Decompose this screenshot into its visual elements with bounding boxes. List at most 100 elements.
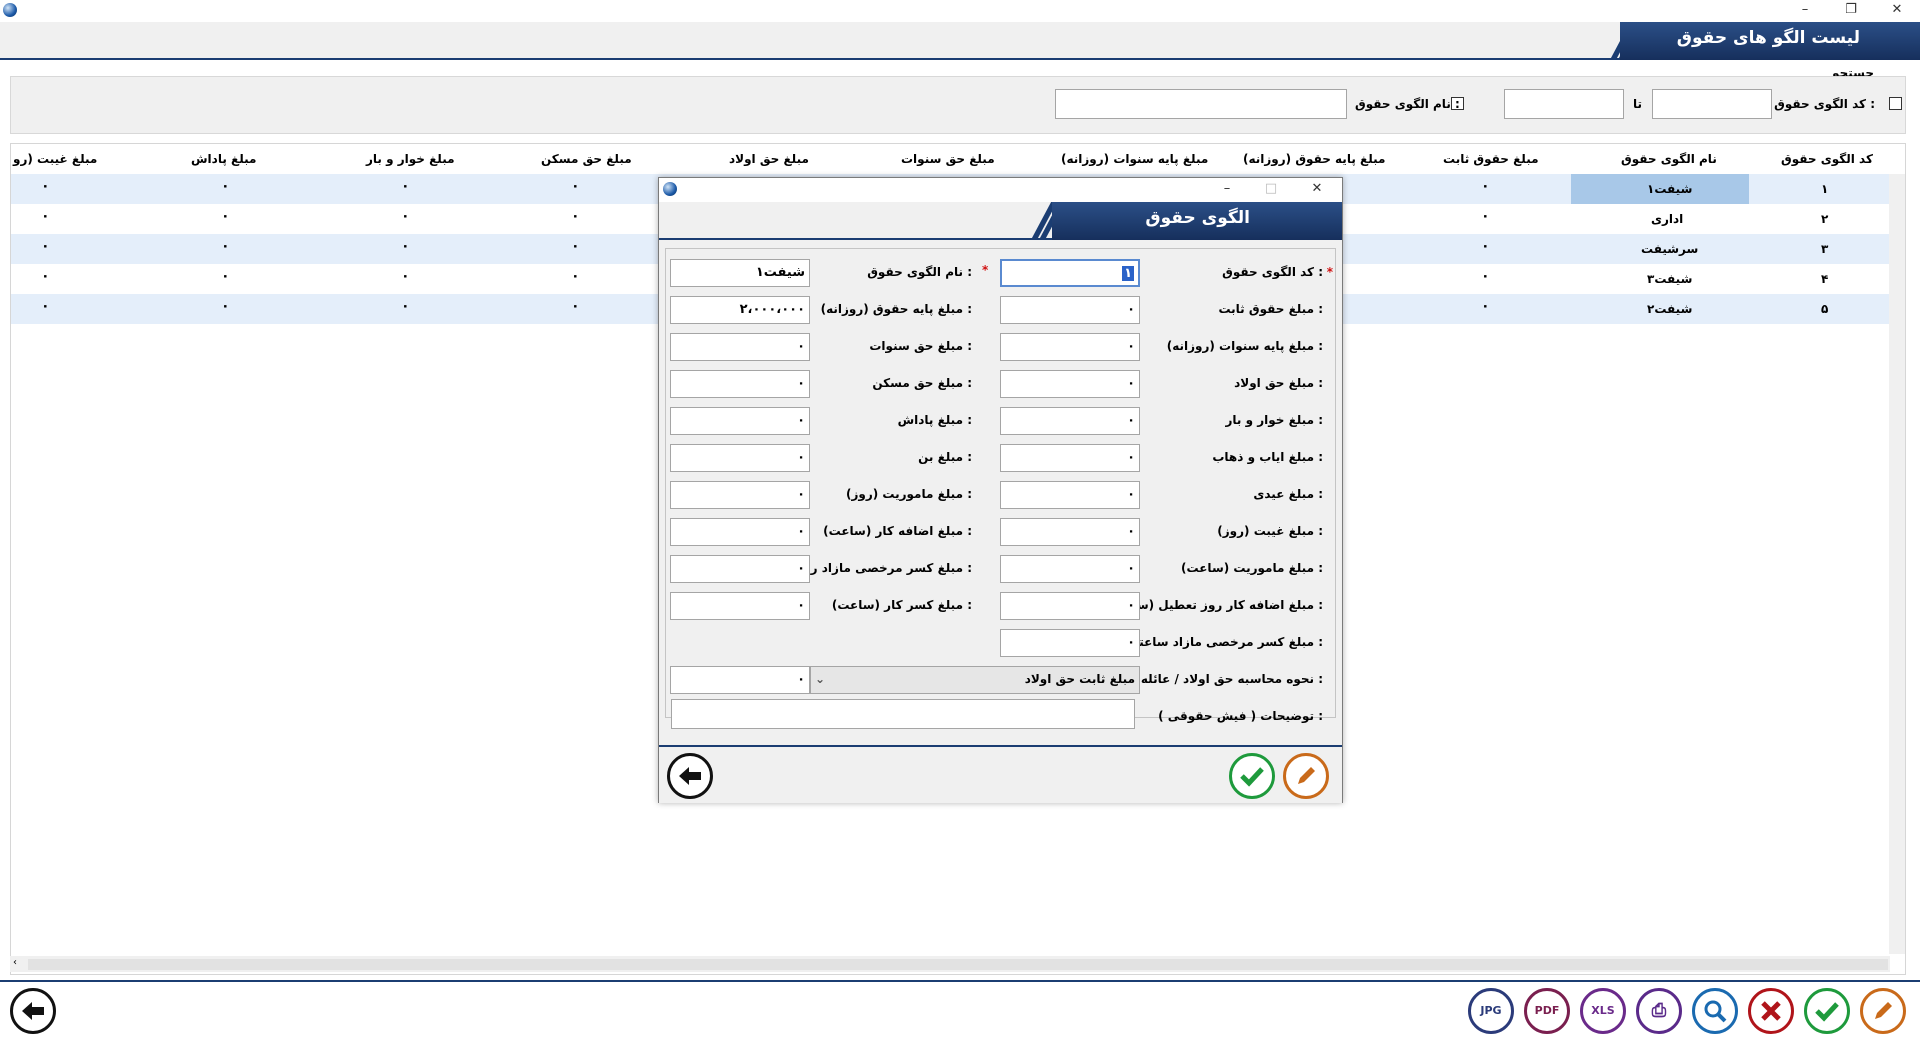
column-header[interactable]: مبلغ حق مسکن (541, 152, 632, 166)
minimize-button[interactable]: – (1782, 0, 1828, 22)
dialog-close-button[interactable]: ✕ (1295, 179, 1339, 201)
code-from-label: کد الگوی حقوق از : (1758, 97, 1875, 111)
child-calc-amount-input[interactable]: ۰ (670, 666, 810, 694)
scroll-left-icon[interactable]: ‹ (13, 957, 17, 968)
voucher-input[interactable]: ۰ (670, 444, 810, 472)
voucher-label: مبلغ بن : (918, 450, 972, 464)
seniority-base-input[interactable]: ۰ (1000, 333, 1140, 361)
row-code: ۴ (1821, 272, 1829, 286)
code-input[interactable]: ۱ (1000, 259, 1140, 287)
mission-hour-label: مبلغ ماموریت (ساعت) : (1181, 561, 1323, 575)
child-allowance-input[interactable]: ۰ (1000, 370, 1140, 398)
holiday-overtime-input[interactable]: ۰ (1000, 592, 1140, 620)
pattern-name-input[interactable]: شیفت۱ (670, 259, 810, 287)
dialog-back-button[interactable] (667, 753, 713, 799)
row-value: ۰ (221, 208, 230, 224)
column-header[interactable]: مبلغ خوار و بار (366, 152, 455, 166)
row-value: ۰ (401, 178, 410, 194)
bonus-eid-label: مبلغ عیدی : (1253, 487, 1323, 501)
child-calc-select[interactable]: مبلغ ثابت حق اولاد ⌄ (810, 666, 1140, 694)
vertical-scrollbar[interactable] (1889, 174, 1905, 954)
mission-day-input[interactable]: ۰ (670, 481, 810, 509)
code-filter-checkbox[interactable] (1889, 97, 1902, 110)
absence-day-input[interactable]: ۰ (1000, 518, 1140, 546)
column-header[interactable]: مبلغ حقوق ثابت (1443, 152, 1539, 166)
dialog-edit-button[interactable] (1283, 753, 1329, 799)
table-header: کد الگوی حقوق نام الگوی حقوق مبلغ حقوق ث… (11, 144, 1905, 174)
row-value: ۰ (1481, 268, 1490, 284)
overtime-hour-label: مبلغ اضافه کار (ساعت) : (823, 524, 972, 538)
export-pdf-button[interactable]: PDF (1524, 988, 1570, 1034)
row-value: ۰ (1481, 238, 1490, 254)
notes-input[interactable] (671, 699, 1135, 729)
overtime-hour-input[interactable]: ۰ (670, 518, 810, 546)
mission-hour-input[interactable]: ۰ (1000, 555, 1140, 583)
column-header[interactable]: کد الگوی حقوق (1781, 152, 1873, 166)
bonus-eid-input[interactable]: ۰ (1000, 481, 1140, 509)
maximize-button[interactable]: ❐ (1828, 0, 1874, 22)
work-deduction-input[interactable]: ۰ (670, 592, 810, 620)
required-mark: * (982, 263, 989, 277)
column-header[interactable]: نام الگوی حقوق (1621, 152, 1717, 166)
mission-day-label: مبلغ ماموریت (روز) : (845, 487, 972, 501)
delete-button[interactable] (1748, 988, 1794, 1034)
code-to-label: تا (1633, 97, 1643, 111)
printer-icon: ⎙ (1651, 1000, 1667, 1021)
jpg-icon: JPG (1480, 1004, 1502, 1017)
row-value: ۰ (401, 298, 410, 314)
daily-base-label: مبلغ پایه حقوق (روزانه) : (820, 302, 972, 316)
notes-label: توضیحات ( فیش حقوقی ) : (1158, 709, 1323, 723)
close-window-button[interactable]: ✕ (1874, 0, 1920, 22)
column-header[interactable]: مبلغ حق اولاد (729, 152, 809, 166)
seniority-label: مبلغ حق سنوات : (869, 339, 972, 353)
print-button[interactable]: ⎙ (1636, 988, 1682, 1034)
daily-base-input[interactable]: ۲،۰۰۰،۰۰۰ (670, 296, 810, 324)
code-to-input[interactable] (1504, 89, 1624, 119)
horizontal-scrollbar[interactable]: ‹ (10, 956, 1890, 972)
page-title: لیست الگو های حقوق (1620, 22, 1920, 60)
scrollbar-thumb[interactable] (28, 959, 1888, 970)
row-value: ۰ (1481, 208, 1490, 224)
column-header[interactable]: مبلغ حق سنوات (901, 152, 995, 166)
name-filter-input[interactable] (1055, 89, 1347, 119)
grocery-input[interactable]: ۰ (1000, 407, 1140, 435)
commute-input[interactable]: ۰ (1000, 444, 1140, 472)
back-button[interactable] (10, 988, 56, 1034)
export-xls-button[interactable]: XLS (1580, 988, 1626, 1034)
daily-leave-deduction-input[interactable]: ۰ (670, 555, 810, 583)
row-code: ۳ (1821, 242, 1829, 256)
column-header[interactable]: مبلغ پایه حقوق (روزانه) (1243, 152, 1385, 166)
row-name: شیفت۳ (1647, 272, 1693, 286)
row-value: ۰ (221, 268, 230, 284)
hourly-leave-deduction-input[interactable]: ۰ (1000, 629, 1140, 657)
dialog-confirm-button[interactable] (1229, 753, 1275, 799)
edit-button[interactable] (1860, 988, 1906, 1034)
column-header[interactable]: مبلغ پاداش (191, 152, 256, 166)
export-jpg-button[interactable]: JPG (1468, 988, 1514, 1034)
row-value: ۰ (401, 208, 410, 224)
column-header[interactable]: مبلغ پایه سنوات (روزانه) (1061, 152, 1208, 166)
back-arrow-icon (679, 767, 701, 785)
code-from-input[interactable] (1652, 89, 1772, 119)
column-header[interactable]: مبلغ غیبت (رو (13, 152, 97, 166)
checkmark-icon (1240, 767, 1264, 787)
row-value: ۰ (571, 208, 580, 224)
dialog-footer (659, 745, 1342, 803)
row-name: شیفت۲ (1647, 302, 1693, 316)
child-calc-label: نحوه محاسبه حق اولاد / عائله : (1140, 672, 1323, 686)
confirm-button[interactable] (1804, 988, 1850, 1034)
reward-input[interactable]: ۰ (670, 407, 810, 435)
row-code: ۵ (1821, 302, 1829, 316)
row-value: ۰ (401, 238, 410, 254)
housing-input[interactable]: ۰ (670, 370, 810, 398)
dialog-minimize-button[interactable]: – (1207, 179, 1247, 201)
search-button[interactable] (1692, 988, 1738, 1034)
xls-icon: XLS (1591, 1004, 1615, 1017)
row-value: ۰ (221, 298, 230, 314)
code-label: کد الگوی حقوق : (1222, 265, 1323, 279)
row-value: ۰ (571, 178, 580, 194)
seniority-input[interactable]: ۰ (670, 333, 810, 361)
fixed-salary-input[interactable]: ۰ (1000, 296, 1140, 324)
row-value: ۰ (41, 268, 50, 284)
row-value: ۰ (1481, 178, 1490, 194)
